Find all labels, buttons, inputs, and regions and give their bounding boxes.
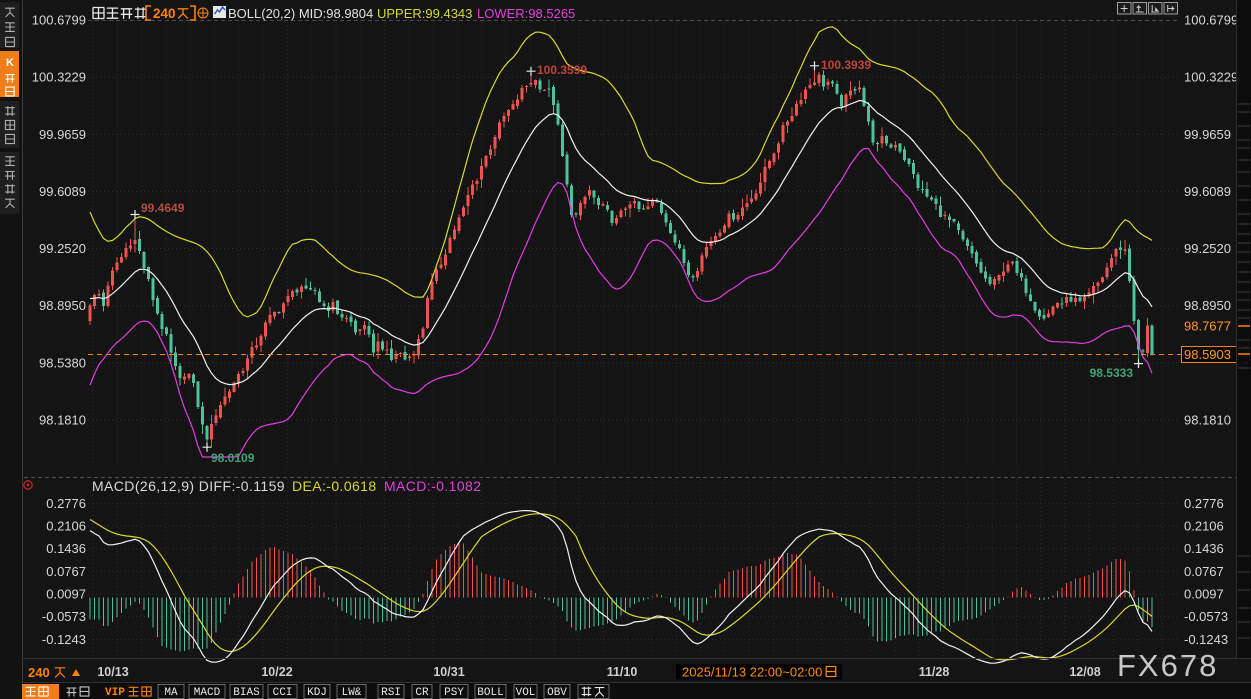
svg-text:240: 240: [153, 6, 176, 21]
svg-text:MACD:-0.1082: MACD:-0.1082: [384, 478, 481, 494]
svg-text:FX678: FX678: [1117, 648, 1218, 683]
svg-text:99.2520: 99.2520: [1184, 241, 1231, 256]
svg-text:LW&: LW&: [342, 687, 362, 699]
svg-text:0.2776: 0.2776: [46, 496, 86, 511]
svg-text:0.0767: 0.0767: [46, 564, 86, 579]
svg-text:CR: CR: [415, 687, 429, 699]
svg-text:99.4649: 99.4649: [141, 201, 185, 215]
svg-text:12/08: 12/08: [1069, 665, 1100, 679]
svg-text:BIAS: BIAS: [233, 687, 260, 699]
svg-text:98.5333: 98.5333: [1090, 366, 1134, 380]
svg-text:10/31: 10/31: [433, 665, 464, 679]
svg-text:VIP: VIP: [105, 687, 125, 699]
svg-text:99.2520: 99.2520: [39, 241, 86, 256]
svg-text:BOLL(20,2) MID:98.9804: BOLL(20,2) MID:98.9804: [228, 6, 373, 21]
svg-text:0.0097: 0.0097: [1184, 587, 1224, 602]
svg-text:RSI: RSI: [381, 687, 401, 699]
svg-text:-0.1243: -0.1243: [1184, 632, 1228, 647]
svg-text:0.0097: 0.0097: [46, 587, 86, 602]
svg-text:-0.1243: -0.1243: [42, 632, 86, 647]
svg-text:10/13: 10/13: [97, 665, 128, 679]
svg-text:98.1810: 98.1810: [39, 413, 86, 428]
svg-text:0.1436: 0.1436: [1184, 541, 1224, 556]
svg-text:CCI: CCI: [273, 687, 293, 699]
svg-text:98.7677: 98.7677: [1184, 319, 1231, 334]
svg-text:98.1810: 98.1810: [1184, 413, 1231, 428]
svg-text:0.0767: 0.0767: [1184, 564, 1224, 579]
svg-text:99.6089: 99.6089: [39, 184, 86, 199]
svg-text:VOL: VOL: [516, 687, 536, 699]
svg-text:MA: MA: [164, 687, 178, 699]
svg-text:MACD: MACD: [194, 687, 221, 699]
svg-text:98.8950: 98.8950: [39, 298, 86, 313]
svg-text:K: K: [6, 57, 14, 69]
svg-text:100.3229: 100.3229: [32, 70, 86, 85]
svg-text:0.2106: 0.2106: [1184, 519, 1224, 534]
svg-text:UPPER:99.4343: UPPER:99.4343: [377, 6, 472, 21]
svg-text:98.5903: 98.5903: [1184, 347, 1231, 362]
svg-text:99.6089: 99.6089: [1184, 184, 1231, 199]
svg-text:11/10: 11/10: [607, 665, 638, 679]
svg-text:2025/11/13 22:00~02:00: 2025/11/13 22:00~02:00: [682, 665, 822, 680]
svg-text:BOLL: BOLL: [477, 687, 503, 699]
svg-text:98.8950: 98.8950: [1184, 298, 1231, 313]
svg-text:100.3599: 100.3599: [537, 63, 587, 77]
svg-text:99.9659: 99.9659: [39, 127, 86, 142]
svg-text:100.3229: 100.3229: [1184, 70, 1238, 85]
svg-text:11/28: 11/28: [919, 665, 950, 679]
svg-text:0.1436: 0.1436: [46, 541, 86, 556]
svg-text:LOWER:98.5265: LOWER:98.5265: [477, 6, 575, 21]
svg-text:240: 240: [28, 665, 50, 680]
svg-text:100.6799: 100.6799: [32, 13, 86, 28]
svg-text:PSY: PSY: [444, 687, 464, 699]
svg-text:DEA:-0.0618: DEA:-0.0618: [292, 478, 377, 494]
svg-text:0.2776: 0.2776: [1184, 496, 1224, 511]
svg-text:0.2106: 0.2106: [46, 519, 86, 534]
svg-text:10/22: 10/22: [261, 665, 292, 679]
svg-text:-0.0573: -0.0573: [1184, 609, 1228, 624]
svg-text:KDJ: KDJ: [307, 687, 327, 699]
svg-text:OBV: OBV: [547, 687, 567, 699]
svg-text:98.5380: 98.5380: [39, 355, 86, 370]
svg-text:100.6799: 100.6799: [1184, 13, 1238, 28]
svg-text:99.9659: 99.9659: [1184, 127, 1231, 142]
svg-text:MACD(26,12,9) DIFF:-0.1159: MACD(26,12,9) DIFF:-0.1159: [92, 478, 285, 494]
svg-text:98.0109: 98.0109: [211, 451, 255, 465]
svg-text:100.3939: 100.3939: [821, 58, 871, 72]
svg-text:-0.0573: -0.0573: [42, 609, 86, 624]
